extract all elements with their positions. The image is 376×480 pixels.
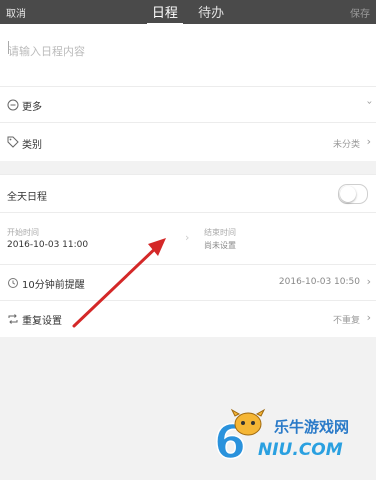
end-time-value: 尚未设置 [204,241,236,250]
start-time-value: 2016-10-03 11:00 [7,240,89,250]
category-label: 类别 [22,140,42,151]
chevron-right-icon: › [366,275,371,288]
end-time-picker[interactable]: 结束时间 尚未设置 [204,227,236,251]
chevron-right-icon: › [366,311,371,324]
start-time-label: 开始时间 [7,228,39,237]
reminder-value: 2016-10-03 10:50 [278,277,360,287]
more-options-row[interactable]: 更多 › [0,86,376,123]
category-value: 未分类 [332,140,360,150]
reminder-clock-icon [8,278,18,288]
chevron-down-icon: › [363,100,375,105]
all-day-label: 全天日程 [7,192,47,203]
schedule-content-input[interactable] [8,45,358,58]
chevron-right-icon: › [185,231,190,244]
all-day-toggle[interactable] [338,184,368,204]
content-card [0,24,376,86]
time-row: 开始时间 2016-10-03 11:00 › 结束时间 尚未设置 [0,212,376,265]
watermark-logo: 6 乐牛游戏网 NIU.COM [206,404,372,472]
watermark-brand-text: 乐牛游戏网 [274,418,350,436]
repeat-row[interactable]: 重复设置 不重复 › [0,300,376,337]
chevron-right-icon: › [366,135,371,148]
start-time-picker[interactable]: 开始时间 2016-10-03 11:00 [7,227,88,250]
tab-schedule[interactable]: 日程 [146,2,183,25]
reminder-row[interactable]: 10分钟前提醒 2016-10-03 10:50 › [0,264,376,301]
tab-todo[interactable]: 待办 [193,2,229,23]
toggle-knob [340,186,356,202]
more-circle-icon [7,99,19,111]
tag-icon [7,136,19,148]
watermark-url-text: NIU.COM [258,440,343,460]
tab-bar: 日程 待办 [0,2,376,25]
repeat-value: 不重复 [332,316,360,326]
repeat-label: 重复设置 [22,316,62,327]
text-cursor [8,41,9,54]
reminder-label: 10分钟前提醒 [22,280,85,291]
repeat-icon [8,314,18,324]
more-label: 更多 [22,102,42,113]
category-row[interactable]: 类别 未分类 › [0,122,376,161]
top-bar: 取消 日程 待办 保存 [0,0,376,25]
all-day-row: 全天日程 [0,174,376,213]
end-time-label: 结束时间 [204,228,236,237]
save-button[interactable]: 保存 [350,5,370,20]
